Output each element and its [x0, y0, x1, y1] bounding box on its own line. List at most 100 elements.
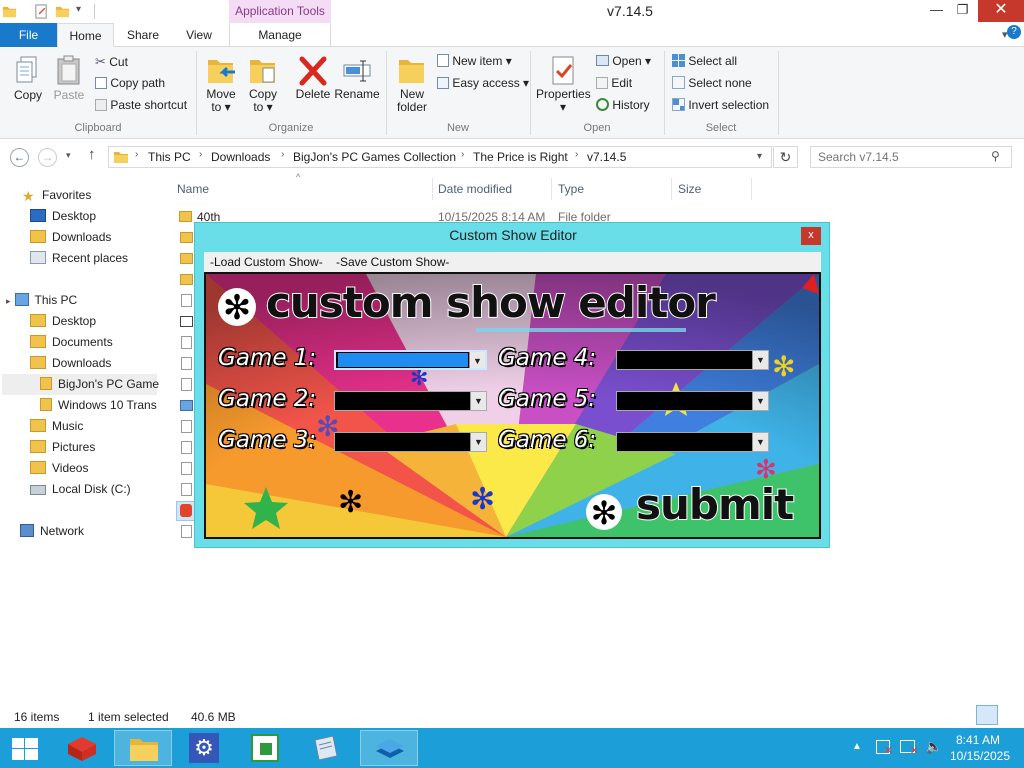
- breadcrumb-this-pc[interactable]: This PC: [148, 150, 191, 164]
- chevron-down-icon[interactable]: ▼: [469, 352, 485, 368]
- new-folder-button[interactable]: New folder: [392, 54, 432, 114]
- edit-button[interactable]: Edit: [596, 76, 632, 90]
- nav-item-local-disk[interactable]: Local Disk (C:): [0, 479, 160, 500]
- select-none-button[interactable]: Select none: [672, 76, 752, 90]
- chevron-down-icon[interactable]: ▼: [752, 351, 768, 369]
- copy-to-button[interactable]: Copy to ▾: [244, 54, 282, 114]
- easy-access-button[interactable]: Easy access ▾: [437, 76, 529, 90]
- search-input[interactable]: [811, 147, 987, 167]
- windows-start-icon[interactable]: [12, 738, 38, 760]
- details-view-button[interactable]: [976, 705, 998, 725]
- delete-button[interactable]: Delete: [292, 54, 334, 101]
- restore-button[interactable]: ❐: [946, 0, 979, 22]
- column-header-date[interactable]: Date modified: [438, 182, 512, 196]
- properties-button[interactable]: Properties ▾: [536, 54, 591, 114]
- taskbar-notepad[interactable]: [297, 730, 355, 766]
- action-center-icon[interactable]: ✕: [876, 740, 893, 757]
- volume-icon[interactable]: 🔈: [925, 738, 942, 755]
- taskbar-settings[interactable]: ⚙: [175, 730, 233, 766]
- nav-item-documents[interactable]: Documents: [0, 332, 160, 353]
- move-to-button[interactable]: Move to ▾: [202, 54, 240, 114]
- nav-network[interactable]: Network: [0, 521, 160, 542]
- nav-item-desktop[interactable]: Desktop: [0, 206, 160, 227]
- chevron-down-icon[interactable]: ▼: [752, 433, 768, 451]
- search-icon[interactable]: ⚲: [991, 149, 1000, 163]
- nav-favorites[interactable]: ★ Favorites: [0, 185, 160, 206]
- open-button[interactable]: Open ▾: [596, 54, 651, 68]
- customize-qat-icon[interactable]: ▾: [76, 4, 81, 15]
- expand-icon[interactable]: ▸: [6, 296, 11, 306]
- nav-item-pc-downloads[interactable]: Downloads: [0, 353, 160, 374]
- column-header-name[interactable]: Name: [177, 182, 209, 196]
- clock-time[interactable]: 8:41 AM: [948, 733, 1008, 747]
- clock-date[interactable]: 10/15/2025: [948, 749, 1012, 763]
- help-icon[interactable]: ?: [1007, 25, 1021, 39]
- rename-button[interactable]: Rename: [334, 54, 380, 101]
- network-status-icon[interactable]: ✕: [900, 740, 919, 757]
- paste-shortcut-button[interactable]: Paste shortcut: [95, 98, 187, 112]
- breadcrumb-collection[interactable]: BigJon's PC Games Collection: [293, 150, 456, 164]
- select-all-button[interactable]: Select all: [672, 54, 737, 68]
- up-button[interactable]: ↑: [88, 146, 96, 163]
- chevron-down-icon[interactable]: ▼: [470, 433, 486, 451]
- breadcrumb-version[interactable]: v7.14.5: [587, 150, 626, 164]
- cut-label: Cut: [109, 55, 128, 69]
- tab-share[interactable]: Share: [118, 23, 168, 47]
- properties-icon[interactable]: [34, 4, 49, 19]
- large-icons-view-button[interactable]: [1000, 705, 1022, 725]
- forward-button[interactable]: →: [38, 148, 57, 167]
- show-hidden-icons[interactable]: ▲: [852, 741, 862, 752]
- breadcrumb-price-is-right[interactable]: The Price is Right: [473, 150, 568, 164]
- tab-manage[interactable]: Manage: [229, 23, 331, 47]
- history-button[interactable]: History: [596, 98, 650, 112]
- new-folder-icon[interactable]: [55, 4, 70, 19]
- dialog-close-button[interactable]: x: [801, 227, 821, 245]
- nav-this-pc[interactable]: ▸ This PC: [0, 290, 160, 311]
- copy-button[interactable]: Copy: [8, 54, 48, 102]
- game-4-dropdown[interactable]: ▼: [616, 350, 769, 370]
- taskbar-file-explorer[interactable]: [114, 730, 172, 766]
- game-6-dropdown[interactable]: ▼: [616, 432, 769, 452]
- column-header-type[interactable]: Type: [558, 182, 584, 196]
- new-item-button[interactable]: New item ▾: [437, 54, 512, 68]
- game-1-dropdown[interactable]: ▼: [334, 350, 487, 370]
- nav-item-bigjon[interactable]: BigJon's PC Game: [0, 374, 160, 395]
- menu-load-custom-show[interactable]: -Load Custom Show-: [210, 255, 323, 269]
- taskbar-store[interactable]: [236, 730, 294, 766]
- address-dropdown-icon[interactable]: ▾: [757, 151, 762, 162]
- paste-button[interactable]: Paste: [50, 54, 88, 102]
- organize-group-label: Organize: [268, 122, 314, 134]
- tab-view[interactable]: View: [174, 23, 224, 47]
- taskbar-app-red[interactable]: [53, 730, 111, 766]
- nav-item-windows10[interactable]: Windows 10 Trans: [0, 395, 160, 416]
- back-button[interactable]: ←: [10, 148, 29, 167]
- chevron-down-icon[interactable]: ▼: [470, 392, 486, 410]
- tab-home[interactable]: Home: [57, 23, 114, 48]
- nav-item-pictures[interactable]: Pictures: [0, 437, 160, 458]
- recent-locations-icon[interactable]: ▾: [66, 150, 71, 161]
- chevron-down-icon[interactable]: ▼: [752, 392, 768, 410]
- nav-item-pc-desktop[interactable]: Desktop: [0, 311, 160, 332]
- game-5-dropdown[interactable]: ▼: [616, 391, 769, 411]
- taskbar-active-app[interactable]: [360, 730, 418, 766]
- close-window-button[interactable]: ✕: [978, 0, 1024, 22]
- cut-button[interactable]: ✂ Cut: [95, 54, 128, 70]
- ribbon-separator: [778, 51, 779, 135]
- submit-button[interactable]: submit: [635, 479, 795, 530]
- address-bar[interactable]: › This PC › Downloads › BigJon's PC Game…: [108, 146, 772, 168]
- column-header-size[interactable]: Size: [678, 182, 701, 196]
- nav-item-downloads[interactable]: Downloads: [0, 227, 160, 248]
- menu-save-custom-show[interactable]: -Save Custom Show-: [336, 255, 449, 269]
- nav-item-videos[interactable]: Videos: [0, 458, 160, 479]
- copy-path-button[interactable]: Copy path: [95, 76, 165, 90]
- nav-item-label: Desktop: [52, 314, 97, 328]
- nav-item-recent-places[interactable]: Recent places: [0, 248, 160, 269]
- game-2-dropdown[interactable]: ▼: [334, 391, 487, 411]
- refresh-button[interactable]: ↻: [773, 146, 798, 168]
- tab-file[interactable]: File: [0, 23, 57, 47]
- breadcrumb-downloads[interactable]: Downloads: [211, 150, 270, 164]
- invert-selection-button[interactable]: Invert selection: [672, 98, 769, 112]
- copy-icon: [16, 56, 37, 83]
- game-3-dropdown[interactable]: ▼: [334, 432, 487, 452]
- nav-item-music[interactable]: Music: [0, 416, 160, 437]
